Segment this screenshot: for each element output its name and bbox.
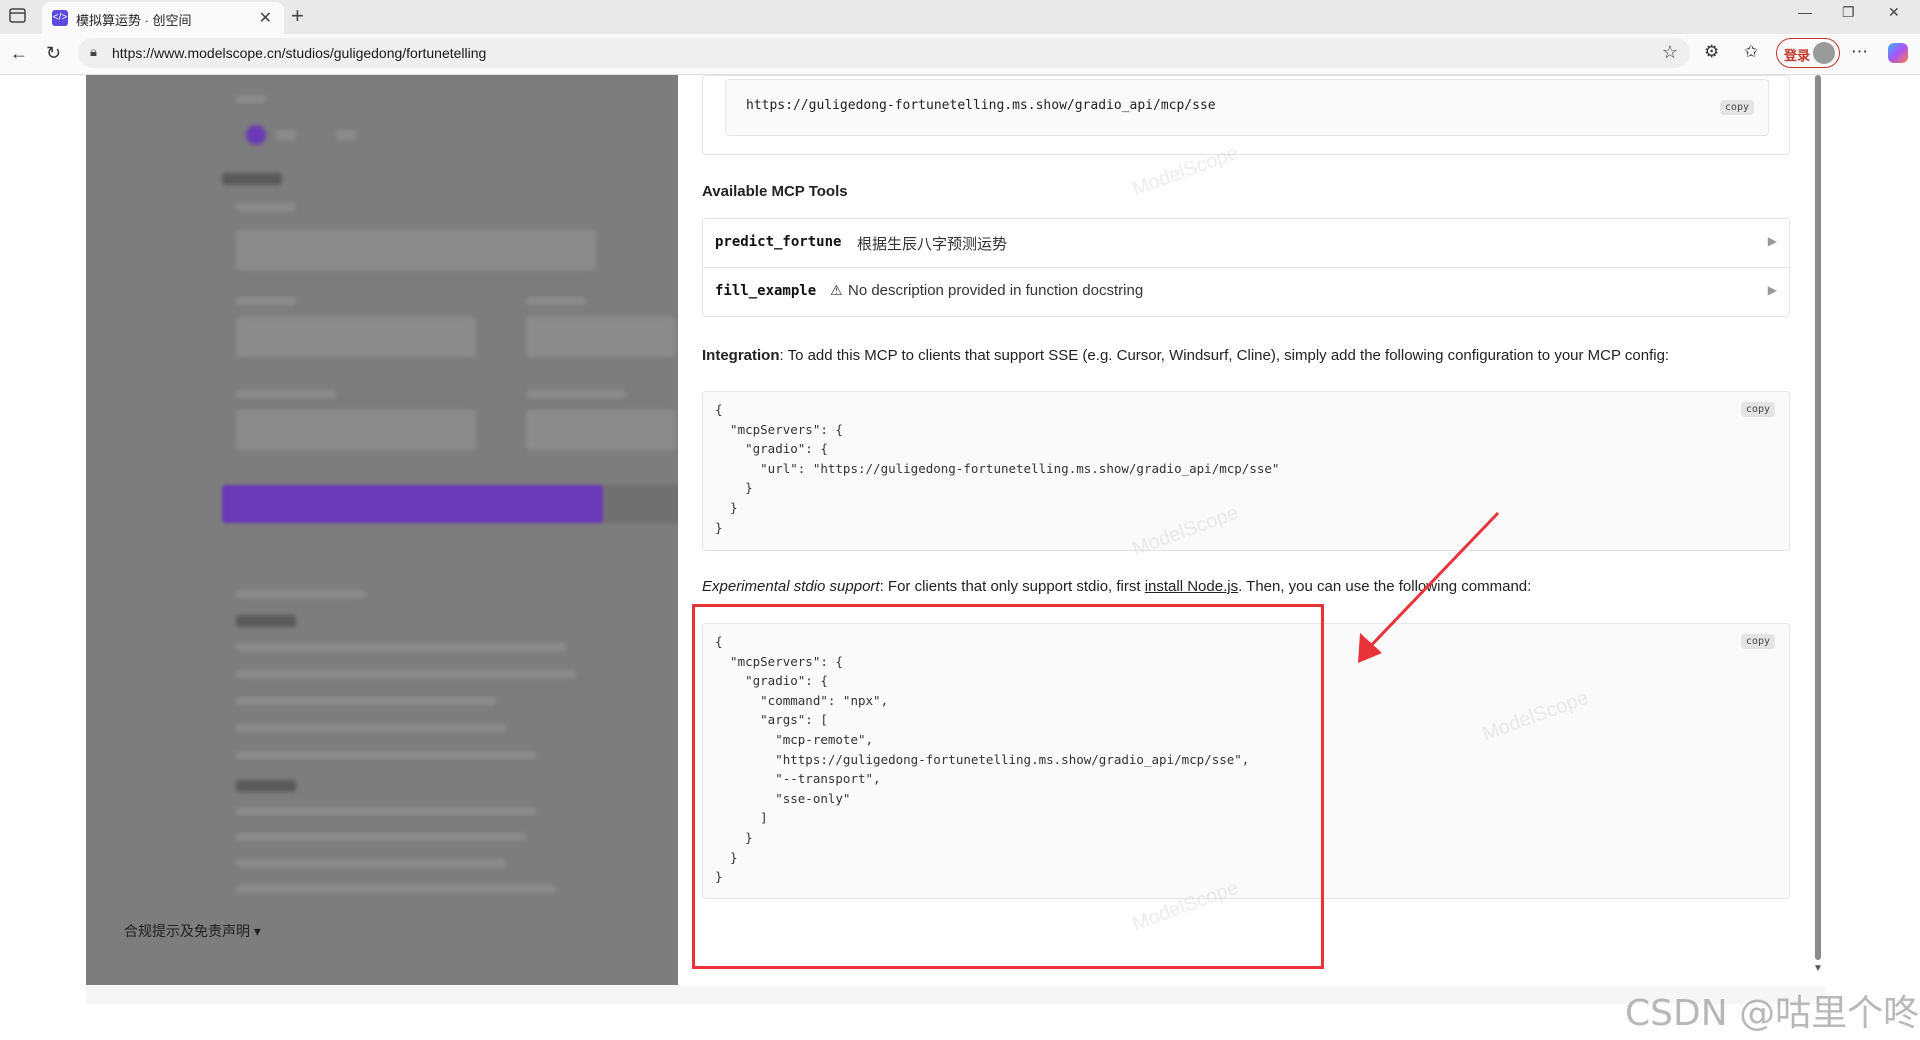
copilot-icon[interactable] xyxy=(1888,43,1908,63)
login-label: 登录 xyxy=(1784,48,1811,63)
tool-description: 根据生辰八字预测运势 xyxy=(857,236,1008,253)
close-tab-icon[interactable]: ✕ xyxy=(259,8,272,28)
tool-row-predict-fortune[interactable]: predict_fortune 根据生辰八字预测运势 ▶ xyxy=(702,218,1790,268)
annotation-highlight-box xyxy=(692,604,1324,969)
disclaimer-link[interactable]: 合规提示及免责声明 ▾ xyxy=(124,921,261,941)
sse-url-section: https://guligedong-fortunetelling.ms.sho… xyxy=(702,75,1790,155)
address-bar[interactable]: 🔒︎ https://www.modelscope.cn/studios/gul… xyxy=(78,38,1690,68)
extensions-icon[interactable]: ⚙ xyxy=(1704,42,1719,62)
copy-stdio-button[interactable]: copy xyxy=(1740,634,1775,649)
lock-icon[interactable]: 🔒︎ xyxy=(90,44,97,60)
tool-name: fill_example xyxy=(715,283,817,299)
tab-bar: </> 模拟算运势 · 创空间 ✕ + — ❐ ✕ xyxy=(0,0,1920,34)
csdn-watermark: CSDN @咕里个咚 xyxy=(1625,993,1920,1034)
sidebar-toggle-icon[interactable] xyxy=(8,7,30,27)
blurred-submit-button xyxy=(222,485,604,523)
sse-config-code: copy { "mcpServers": { "gradio": { "url"… xyxy=(702,391,1790,551)
tool-row-fill-example[interactable]: fill_example ⚠ No description provided i… xyxy=(702,267,1790,317)
more-menu-icon[interactable]: ⋯ xyxy=(1851,42,1868,62)
minimize-icon[interactable]: — xyxy=(1798,4,1812,20)
sse-url-box: https://guligedong-fortunetelling.ms.sho… xyxy=(725,79,1769,136)
tab-title: 模拟算运势 · 创空间 xyxy=(76,13,192,28)
annotation-arrow-icon xyxy=(1358,511,1500,663)
warning-icon: ⚠ xyxy=(830,282,843,298)
page-content: https://guligedong-fortunetelling.ms.sho… xyxy=(0,75,1920,1040)
new-tab-icon[interactable]: + xyxy=(291,3,304,29)
login-button[interactable]: 登录 xyxy=(1776,38,1840,68)
close-window-icon[interactable]: ✕ xyxy=(1888,4,1900,21)
page-scrollbar[interactable]: ▼ xyxy=(1812,75,1824,980)
copy-url-button[interactable]: copy xyxy=(1719,100,1754,115)
install-nodejs-link[interactable]: install Node.js xyxy=(1145,578,1238,595)
tool-description: No description provided in function docs… xyxy=(848,282,1144,299)
favorite-star-icon[interactable]: ☆ xyxy=(1662,42,1678,63)
copy-config-button[interactable]: copy xyxy=(1740,402,1775,417)
tool-name: predict_fortune xyxy=(715,234,842,250)
sse-url-text[interactable]: https://guligedong-fortunetelling.ms.sho… xyxy=(746,98,1216,113)
address-bar-row: ← ↻ 🔒︎ https://www.modelscope.cn/studios… xyxy=(0,34,1920,75)
url-text[interactable]: https://www.modelscope.cn/studios/gulige… xyxy=(112,45,486,61)
modelscope-favicon-icon: </> xyxy=(52,10,68,26)
tools-heading: Available MCP Tools xyxy=(702,183,848,200)
browser-tab[interactable]: </> 模拟算运势 · 创空间 ✕ xyxy=(42,2,284,34)
scroll-down-icon[interactable]: ▼ xyxy=(1813,963,1823,974)
restore-icon[interactable]: ❐ xyxy=(1842,4,1855,21)
scrollbar-thumb[interactable] xyxy=(1815,75,1821,960)
blurred-app-panel xyxy=(86,75,678,985)
stdio-label: Experimental stdio support xyxy=(702,578,880,595)
integration-text: Integration: To add this MCP to clients … xyxy=(702,347,1669,364)
avatar xyxy=(1813,42,1835,64)
stdio-description: : For clients that only support stdio, f… xyxy=(879,578,1145,595)
integration-label: Integration xyxy=(702,347,780,364)
back-icon[interactable]: ← xyxy=(10,43,28,64)
expand-arrow-icon[interactable]: ▶ xyxy=(1768,234,1777,248)
expand-arrow-icon[interactable]: ▶ xyxy=(1768,283,1777,297)
integration-description: : To add this MCP to clients that suppor… xyxy=(779,347,1670,364)
footer-bar xyxy=(86,986,1826,1004)
favorites-icon[interactable]: ✩ xyxy=(1744,42,1758,62)
reload-icon[interactable]: ↻ xyxy=(46,43,61,64)
